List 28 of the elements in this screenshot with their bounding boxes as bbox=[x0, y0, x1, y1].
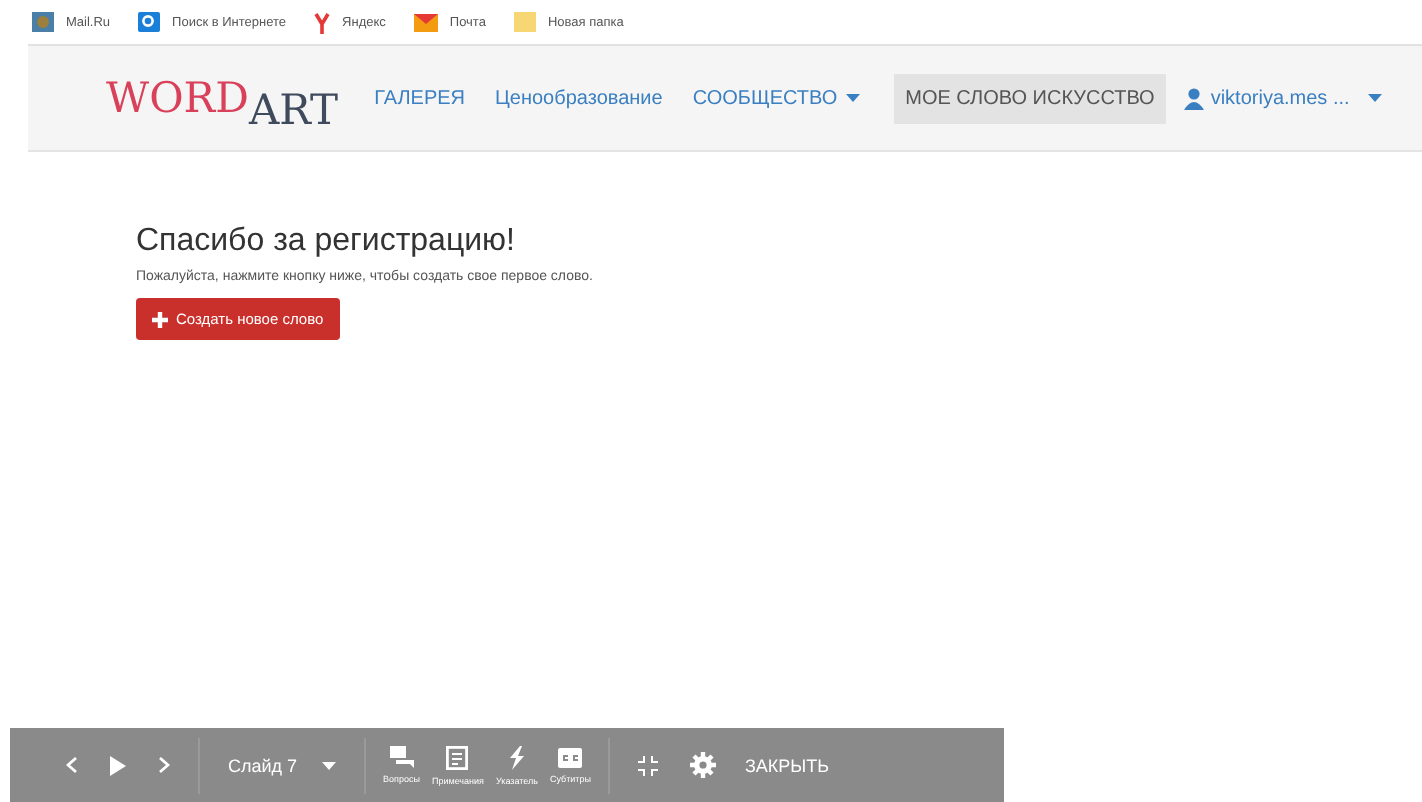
user-icon bbox=[1184, 87, 1205, 109]
slide-dropdown[interactable]: Слайд 7 bbox=[212, 747, 352, 783]
folder-icon bbox=[513, 12, 536, 32]
collapse-icon bbox=[638, 755, 659, 775]
nav-link[interactable]: ГАЛЕРЕЯ bbox=[362, 73, 478, 123]
lightning-icon bbox=[506, 745, 527, 769]
gear-icon bbox=[690, 752, 717, 778]
logo[interactable]: WORDART bbox=[106, 77, 339, 119]
chevron-left-icon bbox=[66, 756, 78, 774]
page-title: Спасибо за регистрацию! bbox=[136, 224, 517, 260]
envelope-icon bbox=[413, 13, 438, 31]
search-icon bbox=[138, 12, 161, 32]
caret-icon bbox=[845, 94, 860, 102]
captions-icon bbox=[558, 747, 583, 767]
close-button[interactable]: ЗАКРЫТЬ bbox=[732, 747, 842, 783]
nav-link[interactable]: Ценообразование bbox=[483, 73, 675, 123]
letter-icon bbox=[314, 11, 331, 33]
globe-icon bbox=[32, 12, 54, 32]
note-icon bbox=[446, 745, 469, 769]
plus-icon bbox=[152, 311, 168, 327]
chat-icon bbox=[389, 746, 414, 768]
caret-icon bbox=[321, 761, 336, 769]
play-icon bbox=[110, 755, 126, 775]
chevron-right-icon bbox=[158, 756, 170, 774]
user-menu[interactable]: viktoriya.mes ... bbox=[1172, 73, 1394, 123]
nav-link[interactable]: МОЕ СЛОВО ИСКУССТВО bbox=[893, 73, 1167, 123]
caret-icon bbox=[1367, 94, 1382, 102]
nav-link[interactable]: СООБЩЕСТВО bbox=[680, 73, 872, 123]
